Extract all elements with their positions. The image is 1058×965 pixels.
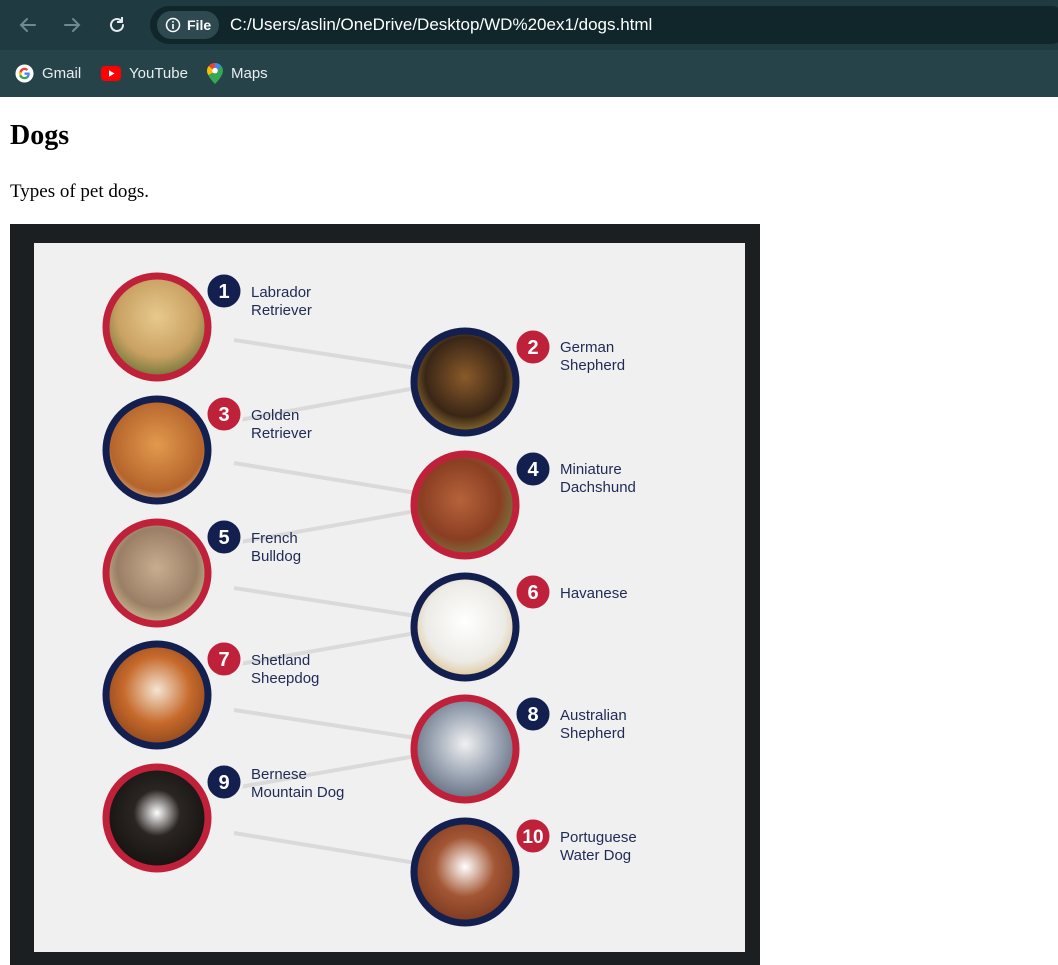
google-icon <box>15 63 34 83</box>
bookmark-label: Gmail <box>42 64 82 82</box>
browser-toolbar: File C:/Users/aslin/OneDrive/Desktop/WD%… <box>0 0 1058 50</box>
breed-name-line1: Bernese <box>251 766 307 783</box>
dog-photo-german-shepherd <box>410 327 520 437</box>
breed-name-line2: Mountain Dog <box>251 784 344 801</box>
forward-button[interactable] <box>58 11 86 39</box>
breed-item: 8 Australian Shepherd <box>410 694 627 804</box>
dog-photo-bernese-mountain-dog <box>102 763 212 873</box>
connector-line <box>233 586 417 618</box>
breed-name-line2: Shepherd <box>560 725 625 742</box>
breed-item: 7 Shetland Sheepdog <box>102 639 319 750</box>
breed-name-line1: French <box>251 530 298 547</box>
breed-name-line2: Retriever <box>251 302 312 319</box>
badge-number: 2 <box>527 337 538 359</box>
bookmark-label: Maps <box>231 64 268 82</box>
dog-photo-french-bulldog <box>102 518 212 628</box>
address-bar[interactable]: File C:/Users/aslin/OneDrive/Desktop/WD%… <box>150 6 1058 44</box>
page-description: Types of pet dogs. <box>10 181 150 202</box>
breed-name-line1: Australian <box>560 707 627 724</box>
dog-breeds-image: 1 Labrador Retriever 2 German Shepherd 3… <box>10 224 760 965</box>
dog-photo-portuguese-water-dog <box>410 817 520 927</box>
arrow-right-icon <box>64 18 81 32</box>
breed-name-line2: Bulldog <box>251 548 301 565</box>
badge-number: 4 <box>527 459 539 481</box>
page-title: Dogs <box>10 120 70 151</box>
bookmark-gmail[interactable]: Gmail <box>15 62 81 84</box>
badge-number: 5 <box>218 527 229 549</box>
badge-number: 6 <box>527 582 538 604</box>
dog-photo-miniature-dachshund <box>410 450 520 560</box>
breed-item: 2 German Shepherd <box>410 327 625 437</box>
breed-item: 4 Miniature Dachshund <box>410 449 636 560</box>
breed-name-line1: Miniature <box>560 461 622 478</box>
breed-item: 9 Bernese Mountain Dog <box>102 762 344 873</box>
connector-line <box>233 708 417 740</box>
bookmark-youtube[interactable]: YouTube <box>101 62 188 84</box>
connector-line <box>233 338 417 370</box>
dog-photo-labrador <box>102 272 212 382</box>
breed-item: 6 Havanese <box>410 572 628 682</box>
bookmarks-bar: Gmail YouTube Maps <box>0 50 1058 97</box>
dog-photo-havanese <box>410 572 520 682</box>
breed-name-line2: Dachshund <box>560 479 636 496</box>
breed-name-line1: German <box>560 339 614 356</box>
breed-name-line1: Portuguese <box>560 829 637 846</box>
badge-number: 9 <box>218 772 229 794</box>
maps-icon <box>207 62 223 84</box>
breed-name-line1: Golden <box>251 407 299 424</box>
bookmark-maps[interactable]: Maps <box>207 62 268 84</box>
breeds-infographic: 1 Labrador Retriever 2 German Shepherd 3… <box>102 271 637 927</box>
badge-number: 3 <box>218 404 229 426</box>
bookmark-label: YouTube <box>129 64 188 82</box>
badge-number: 7 <box>218 649 229 671</box>
info-icon <box>165 17 181 33</box>
breed-name-line2: Sheepdog <box>251 670 319 687</box>
badge-number: 10 <box>522 827 543 848</box>
dog-photo-australian-shepherd <box>410 694 520 804</box>
breed-name-line1: Havanese <box>560 585 628 602</box>
breed-item: 5 French Bulldog <box>102 517 301 628</box>
dog-photo-shetland-sheepdog <box>102 640 212 750</box>
breed-name-line2: Water Dog <box>560 847 631 864</box>
badge-number: 1 <box>218 281 229 303</box>
breed-name-line1: Labrador <box>251 284 311 301</box>
youtube-icon <box>101 65 121 81</box>
infographic-canvas: 1 Labrador Retriever 2 German Shepherd 3… <box>34 243 745 952</box>
reload-button[interactable] <box>103 11 131 39</box>
reload-icon <box>110 17 124 32</box>
breed-item: 1 Labrador Retriever <box>102 271 312 382</box>
chip-label: File <box>187 17 212 33</box>
breed-item: 10 Portuguese Water Dog <box>410 816 637 927</box>
dog-photo-golden-retriever <box>102 395 212 505</box>
connector-line <box>233 461 417 495</box>
badge-number: 8 <box>527 704 538 726</box>
connector-line <box>233 831 417 865</box>
breed-item: 3 Golden Retriever <box>102 394 312 505</box>
url-text[interactable]: C:/Users/aslin/OneDrive/Desktop/WD%20ex1… <box>230 15 652 35</box>
breed-name-line1: Shetland <box>251 652 310 669</box>
site-info-chip[interactable]: File <box>157 11 219 39</box>
arrow-left-icon <box>19 18 36 32</box>
back-button[interactable] <box>14 11 42 39</box>
breed-name-line2: Retriever <box>251 425 312 442</box>
breed-name-line2: Shepherd <box>560 357 625 374</box>
